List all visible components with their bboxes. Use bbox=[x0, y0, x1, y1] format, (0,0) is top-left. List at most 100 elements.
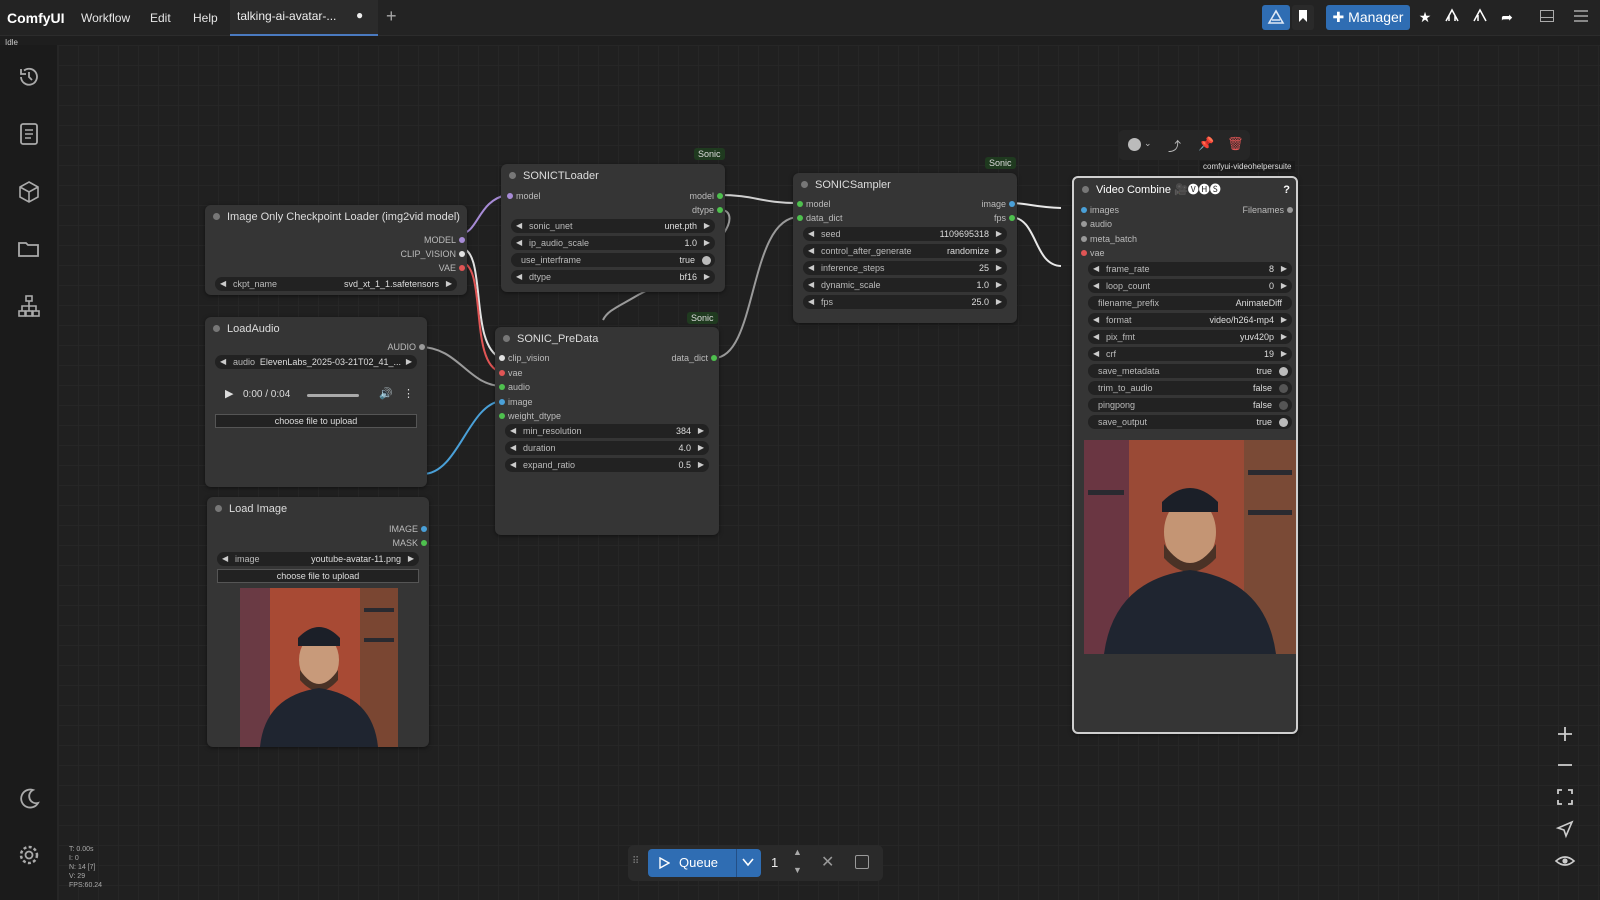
widget-min-resolution[interactable]: ◀ min_resolution 384 ▶ bbox=[505, 424, 709, 438]
batch-count[interactable]: 1 bbox=[771, 855, 778, 870]
menu-workflow[interactable]: Workflow bbox=[81, 11, 130, 25]
choose-image-upload-button[interactable]: choose file to upload bbox=[217, 569, 419, 583]
widget-fps[interactable]: ◀ fps 25.0 ▶ bbox=[803, 295, 1007, 309]
widget-control-after-generate[interactable]: ◀ control_after_generate randomize ▶ bbox=[803, 244, 1007, 258]
settings-gear-icon[interactable] bbox=[16, 842, 42, 868]
drag-handle-icon[interactable]: ⠿ bbox=[632, 856, 639, 867]
widget-frame-rate[interactable]: ◀ frame_rate 8 ▶ bbox=[1088, 262, 1292, 276]
audio-player[interactable]: ▶ 0:00 / 0:04 🔊 ⋮ bbox=[215, 379, 417, 409]
node-header[interactable]: SONICSampler bbox=[793, 173, 1017, 197]
queue-button[interactable]: Queue bbox=[648, 849, 761, 877]
widget-ckpt-name[interactable]: ◀ ckpt_name svd_xt_1_1.safetensors ▶ bbox=[215, 277, 457, 291]
theme-moon-icon[interactable] bbox=[16, 786, 42, 812]
stop-icon[interactable] bbox=[855, 855, 869, 869]
widget-audio-file[interactable]: ◀ audio ElevenLabs_2025-03-21T02_41_... ▶ bbox=[215, 355, 417, 369]
output-vae[interactable]: VAE bbox=[439, 262, 466, 274]
unsaved-dot[interactable]: ● bbox=[356, 8, 363, 22]
widget-pingpong[interactable]: pingpong false bbox=[1088, 398, 1292, 412]
input-audio[interactable]: audio bbox=[1081, 218, 1112, 230]
collapse-dot[interactable] bbox=[503, 335, 510, 342]
output-filenames[interactable]: Filenames bbox=[1242, 204, 1293, 216]
node-header[interactable]: LoadAudio bbox=[205, 317, 427, 341]
widget-crf[interactable]: ◀ crf 19 ▶ bbox=[1088, 347, 1292, 361]
widget-trim-to-audio[interactable]: trim_to_audio false bbox=[1088, 381, 1292, 395]
workflow-tree-icon[interactable] bbox=[16, 293, 42, 319]
decrement-icon[interactable]: ▼ bbox=[793, 865, 802, 875]
queue-list-icon[interactable] bbox=[16, 121, 42, 147]
node-sonic-loader[interactable]: SONICTLoader model model dtype ◀ sonic_un… bbox=[501, 164, 725, 292]
menu-edit[interactable]: Edit bbox=[150, 11, 171, 25]
output-model[interactable]: MODEL bbox=[424, 234, 466, 246]
widget-pix-fmt[interactable]: ◀ pix_fmt yuv420p ▶ bbox=[1088, 330, 1292, 344]
widget-loop-count[interactable]: ◀ loop_count 0 ▶ bbox=[1088, 279, 1292, 293]
input-data-dict[interactable]: data_dict bbox=[797, 212, 843, 224]
new-tab-icon[interactable]: + bbox=[386, 6, 397, 27]
sonic-logo-icon[interactable] bbox=[1262, 5, 1290, 30]
widget-use-interframe[interactable]: use_interframe true bbox=[511, 253, 715, 267]
chevron-down-icon[interactable]: ⌄ bbox=[1144, 138, 1152, 149]
increment-icon[interactable]: ▲ bbox=[793, 847, 802, 857]
widget-dtype[interactable]: ◀ dtype bf16 ▶ bbox=[511, 270, 715, 284]
zoom-in-icon[interactable] bbox=[1552, 721, 1578, 747]
star-icon[interactable]: ★ bbox=[1414, 5, 1436, 30]
widget-seed[interactable]: ◀ seed 1109695318 ▶ bbox=[803, 227, 1007, 241]
output-image[interactable]: IMAGE bbox=[389, 523, 428, 535]
collapse-dot[interactable] bbox=[1082, 186, 1089, 193]
widget-expand-ratio[interactable]: ◀ expand_ratio 0.5 ▶ bbox=[505, 458, 709, 472]
input-model[interactable]: model bbox=[507, 190, 541, 202]
more-options-icon[interactable]: ⋮ bbox=[403, 387, 414, 400]
output-mask[interactable]: MASK bbox=[392, 537, 427, 549]
bypass-icon[interactable]: ⤴ bbox=[1168, 136, 1181, 155]
output-clip-vision[interactable]: CLIP_VISION bbox=[400, 248, 465, 260]
node-load-audio[interactable]: LoadAudio AUDIO ◀ audio ElevenLabs_2025-03… bbox=[205, 317, 427, 487]
collapse-dot[interactable] bbox=[509, 172, 516, 179]
widget-format[interactable]: ◀ format video/h264-mp4 ▶ bbox=[1088, 313, 1292, 327]
input-audio[interactable]: audio bbox=[499, 381, 530, 393]
panel-toggle-icon[interactable] bbox=[1535, 5, 1559, 30]
cube-icon[interactable] bbox=[16, 179, 42, 205]
widget-save-metadata[interactable]: save_metadata true bbox=[1088, 364, 1292, 378]
color-picker-icon[interactable] bbox=[1128, 138, 1141, 151]
delete-icon[interactable]: 🗑 bbox=[1227, 136, 1244, 152]
node-load-image[interactable]: Load Image IMAGE MASK ◀ image youtube-avat… bbox=[207, 497, 429, 747]
share-icon[interactable]: ➦ bbox=[1496, 5, 1518, 30]
zoom-out-icon[interactable] bbox=[1552, 752, 1578, 778]
node-video-combine[interactable]: Video Combine 🎥🅥🅗🅢 ? images audio meta_b… bbox=[1072, 176, 1298, 734]
widget-duration[interactable]: ◀ duration 4.0 ▶ bbox=[505, 441, 709, 455]
model-icon[interactable] bbox=[1440, 5, 1464, 30]
node-header[interactable]: SONIC_PreData bbox=[495, 327, 719, 351]
input-clip-vision[interactable]: clip_vision bbox=[499, 352, 550, 364]
output-model[interactable]: model bbox=[689, 190, 723, 202]
node-checkpoint-loader[interactable]: Image Only Checkpoint Loader (img2vid mo… bbox=[205, 205, 467, 295]
choose-audio-upload-button[interactable]: choose file to upload bbox=[215, 414, 417, 428]
input-meta-batch[interactable]: meta_batch bbox=[1081, 233, 1137, 245]
bookmark-icon[interactable] bbox=[1292, 5, 1314, 30]
widget-ip-audio-scale[interactable]: ◀ ip_audio_scale 1.0 ▶ bbox=[511, 236, 715, 250]
input-image[interactable]: image bbox=[499, 396, 533, 408]
workflow-tab[interactable]: talking-ai-avatar-... ● bbox=[230, 0, 378, 36]
history-icon[interactable] bbox=[16, 64, 42, 90]
output-audio[interactable]: AUDIO bbox=[387, 341, 425, 353]
input-images[interactable]: images bbox=[1081, 204, 1119, 216]
input-weight-dtype[interactable]: weight_dtype bbox=[499, 410, 561, 422]
output-data-dict[interactable]: data_dict bbox=[671, 352, 717, 364]
widget-dynamic-scale[interactable]: ◀ dynamic_scale 1.0 ▶ bbox=[803, 278, 1007, 292]
video-preview[interactable] bbox=[1084, 440, 1296, 654]
audio-progress[interactable] bbox=[307, 394, 359, 397]
node-header[interactable]: Video Combine 🎥🅥🅗🅢 ? bbox=[1074, 178, 1296, 202]
input-vae[interactable]: vae bbox=[1081, 247, 1105, 259]
output-image[interactable]: image bbox=[981, 198, 1015, 210]
select-mode-icon[interactable] bbox=[1552, 816, 1578, 842]
collapse-dot[interactable] bbox=[213, 325, 220, 332]
fit-view-icon[interactable] bbox=[1552, 784, 1578, 810]
hamburger-menu-icon[interactable] bbox=[1568, 5, 1594, 30]
menu-help[interactable]: Help bbox=[193, 11, 218, 25]
widget-inference-steps[interactable]: ◀ inference_steps 25 ▶ bbox=[803, 261, 1007, 275]
node-header[interactable]: Load Image bbox=[207, 497, 429, 521]
widget-image-file[interactable]: ◀ image youtube-avatar-11.png ▶ bbox=[217, 552, 419, 566]
output-dtype[interactable]: dtype bbox=[692, 204, 724, 216]
output-fps[interactable]: fps bbox=[994, 212, 1016, 224]
collapse-dot[interactable] bbox=[801, 181, 808, 188]
widget-filename-prefix[interactable]: filename_prefix AnimateDiff bbox=[1088, 296, 1292, 310]
play-icon[interactable]: ▶ bbox=[225, 387, 233, 400]
